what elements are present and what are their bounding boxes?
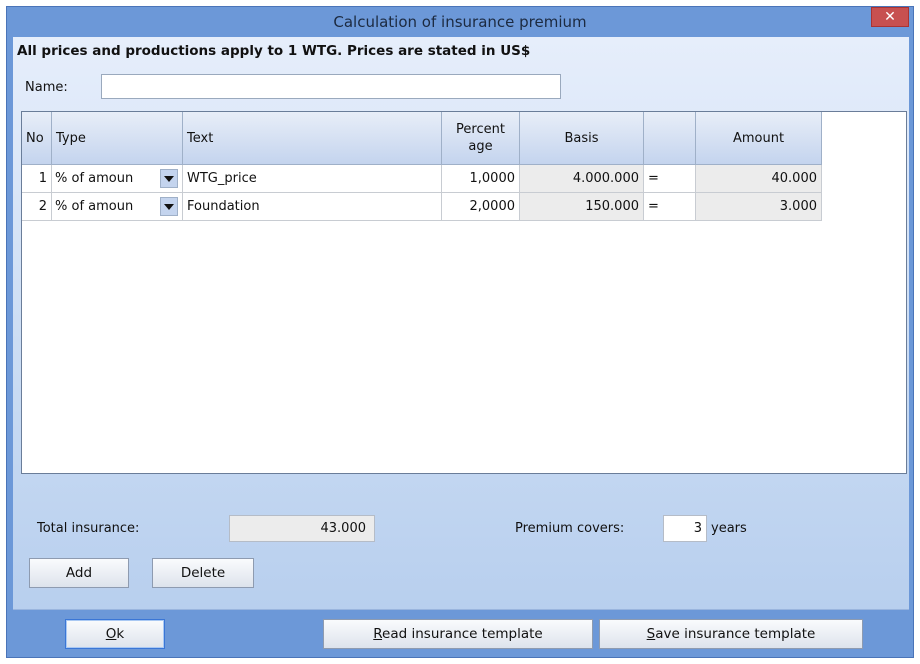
close-button[interactable]: ✕ bbox=[871, 7, 909, 27]
ok-mnemonic: O bbox=[105, 626, 117, 642]
basis-cell: 4.000.000 bbox=[520, 165, 644, 193]
window-title: Calculation of insurance premium bbox=[333, 13, 587, 31]
save-insurance-template-button[interactable]: Save insurance template bbox=[599, 619, 863, 649]
column-header-amount: Amount bbox=[696, 112, 822, 165]
chevron-down-icon[interactable] bbox=[160, 197, 178, 216]
name-label: Name: bbox=[25, 80, 68, 95]
column-header-percent: Percent age bbox=[442, 112, 520, 165]
amount-cell: 40.000 bbox=[696, 165, 822, 193]
save-template-label: ave insurance template bbox=[655, 626, 816, 642]
read-insurance-template-button[interactable]: Read insurance template bbox=[323, 619, 593, 649]
title-bar: Calculation of insurance premium bbox=[7, 7, 913, 37]
text-cell[interactable]: WTG_price bbox=[183, 165, 442, 193]
save-template-mnemonic: S bbox=[646, 626, 656, 642]
chevron-down-icon[interactable] bbox=[160, 169, 178, 188]
ok-label-rest: k bbox=[116, 626, 125, 642]
column-header-no: No bbox=[22, 112, 52, 165]
basis-cell: 150.000 bbox=[520, 193, 644, 221]
row-number: 2 bbox=[22, 193, 52, 221]
column-header-text: Text bbox=[183, 112, 442, 165]
type-value: % of amoun bbox=[55, 199, 134, 214]
insurance-dialog: Calculation of insurance premium ✕ All p… bbox=[6, 6, 914, 658]
premium-covers-input[interactable]: 3 bbox=[663, 515, 707, 542]
insurance-grid: No Type Text Percent age Basis Amount 1 … bbox=[21, 111, 907, 474]
amount-cell: 3.000 bbox=[696, 193, 822, 221]
premium-covers-label: Premium covers: bbox=[515, 521, 625, 536]
row-number: 1 bbox=[22, 165, 52, 193]
equals-cell: = bbox=[644, 193, 696, 221]
name-input[interactable] bbox=[101, 74, 561, 99]
delete-button[interactable]: Delete bbox=[152, 558, 254, 588]
add-button[interactable]: Add bbox=[29, 558, 129, 588]
type-select[interactable]: % of amoun bbox=[52, 165, 183, 193]
percent-cell[interactable]: 2,0000 bbox=[442, 193, 520, 221]
footer-divider bbox=[13, 609, 909, 610]
type-select[interactable]: % of amoun bbox=[52, 193, 183, 221]
text-cell[interactable]: Foundation bbox=[183, 193, 442, 221]
type-value: % of amoun bbox=[55, 171, 134, 186]
column-header-type: Type bbox=[52, 112, 183, 165]
read-template-label: ead insurance template bbox=[382, 626, 543, 642]
table-row[interactable]: 2 % of amoun Foundation 2,0000 150.000 =… bbox=[22, 193, 822, 221]
ok-button[interactable]: Ok bbox=[65, 619, 165, 649]
total-insurance-label: Total insurance: bbox=[37, 521, 140, 536]
percent-cell[interactable]: 1,0000 bbox=[442, 165, 520, 193]
column-header-eq bbox=[644, 112, 696, 165]
close-icon: ✕ bbox=[884, 9, 896, 25]
column-header-basis: Basis bbox=[520, 112, 644, 165]
years-label: years bbox=[711, 521, 747, 536]
total-insurance-value: 43.000 bbox=[229, 515, 375, 542]
info-text: All prices and productions apply to 1 WT… bbox=[17, 43, 531, 59]
table-row[interactable]: 1 % of amoun WTG_price 1,0000 4.000.000 … bbox=[22, 165, 822, 193]
read-template-mnemonic: R bbox=[373, 626, 383, 642]
equals-cell: = bbox=[644, 165, 696, 193]
